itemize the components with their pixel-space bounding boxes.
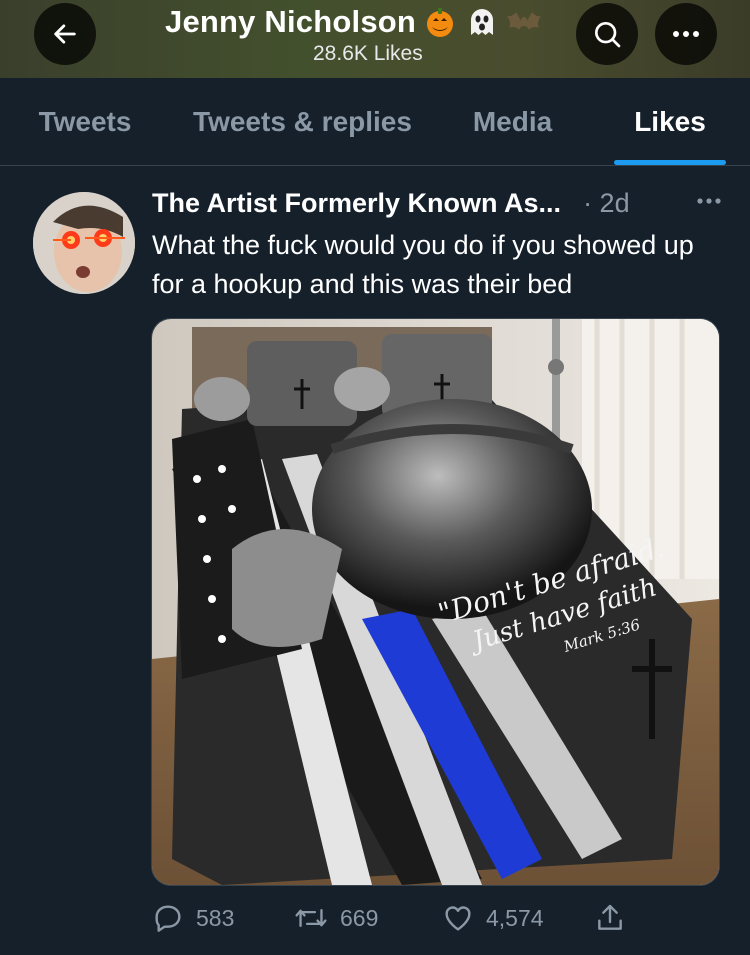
tweet-timestamp[interactable]: · 2d	[583, 188, 630, 219]
tab-label: Tweets	[38, 105, 132, 137]
more-button[interactable]	[655, 3, 717, 65]
profile-header: Jenny Nicholson 28.6K Likes	[0, 0, 750, 78]
bat-icon	[506, 4, 542, 40]
tab-label: Tweets & replies	[193, 105, 412, 137]
jack-o-lantern-icon	[422, 4, 458, 40]
retweet-button[interactable]: 669	[294, 902, 378, 934]
retweet-count: 669	[340, 904, 379, 931]
reply-count: 583	[196, 904, 235, 931]
tab-label: Media	[472, 105, 553, 137]
tweet-header: The Artist Formerly Known As... · 2d	[152, 188, 722, 219]
tab-likes[interactable]: Likes	[590, 78, 750, 165]
active-tab-indicator	[614, 160, 726, 165]
tab-media[interactable]: Media	[435, 78, 590, 165]
share-button[interactable]	[594, 902, 638, 934]
tweet-image[interactable]: "Don't be afraid. Just have faith Mark 5…	[151, 318, 720, 886]
tab-label: Likes	[634, 105, 706, 137]
like-count: 4,574	[486, 904, 544, 931]
arrow-left-icon	[54, 24, 76, 44]
reply-button[interactable]: 583	[152, 902, 234, 934]
ghost-icon	[464, 4, 500, 40]
search-icon	[595, 22, 621, 48]
back-button[interactable]	[34, 3, 96, 65]
profile-tabs: Tweets Tweets & replies Media Likes	[0, 78, 750, 166]
header-title-block: Jenny Nicholson 28.6K Likes	[165, 4, 585, 66]
retweet-icon	[295, 908, 327, 928]
reply-icon	[155, 905, 181, 932]
search-button[interactable]	[576, 3, 638, 65]
tab-tweets[interactable]: Tweets	[0, 78, 170, 165]
like-button[interactable]: 4,574	[442, 902, 544, 934]
tweet-actions: 583 669 4,574	[152, 893, 652, 943]
avatar[interactable]	[33, 192, 135, 294]
tab-tweets-replies[interactable]: Tweets & replies	[170, 78, 435, 165]
likes-count: 28.6K Likes	[313, 42, 423, 65]
tweet-more-icon[interactable]	[696, 192, 722, 210]
heart-icon	[445, 906, 471, 931]
tweet-text: What the fuck would you do if you showed…	[152, 230, 694, 299]
author-name[interactable]: The Artist Formerly Known As...	[152, 188, 561, 219]
share-icon	[598, 904, 622, 930]
page-title: Jenny Nicholson	[165, 4, 417, 39]
more-icon	[673, 31, 699, 37]
